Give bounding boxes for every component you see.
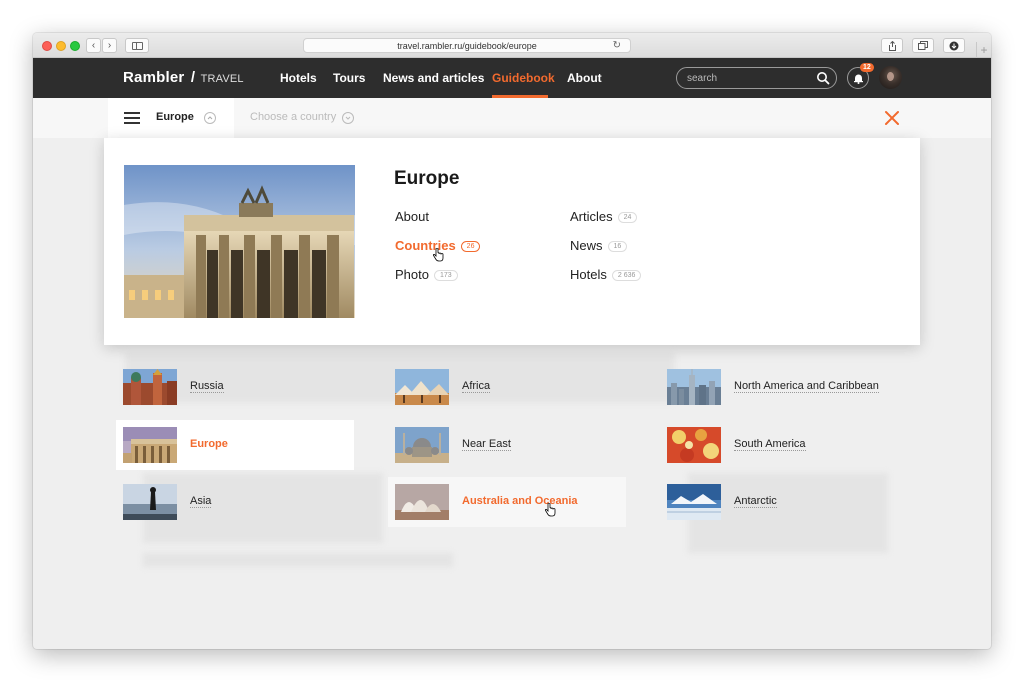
url-text: travel.rambler.ru/guidebook/europe — [397, 40, 537, 51]
count-badge: 26 — [460, 241, 481, 252]
sidebar-toggle-button[interactable] — [125, 38, 149, 53]
region-label: Africa — [462, 380, 491, 393]
search-icon[interactable] — [816, 71, 830, 85]
region-item-antarctic[interactable]: Antarctic — [660, 477, 920, 527]
region-label: Russia — [190, 380, 224, 393]
region-item-near-east[interactable]: Near East — [388, 420, 626, 470]
europe-hero-image — [124, 165, 355, 318]
selected-region-label: Europe — [156, 111, 194, 123]
russia-image — [123, 369, 177, 405]
region-label: Near East — [462, 438, 511, 451]
card-link-articles[interactable]: Articles 24 — [570, 209, 638, 224]
north-america-image — [667, 369, 721, 405]
tabs-overview-button[interactable] — [912, 38, 934, 53]
forward-button[interactable]: › — [102, 38, 117, 53]
download-icon — [949, 41, 959, 50]
region-item-europe[interactable]: Europe — [116, 420, 354, 470]
logo-section: TRAVEL — [200, 73, 244, 85]
region-label: Australia and Oceania — [462, 495, 578, 507]
count-badge: 2 636 — [611, 270, 642, 281]
browser-toolbar: ‹ › travel.rambler.ru/guidebook/europe ↻… — [33, 33, 991, 58]
count-badge: 173 — [433, 270, 458, 281]
user-avatar[interactable] — [879, 66, 902, 89]
site-header: Rambler / TRAVEL Hotels Tours News and a… — [33, 58, 991, 98]
logo-slash: / — [190, 69, 196, 86]
australia-image — [395, 484, 449, 520]
notification-badge: 12 — [860, 63, 874, 72]
address-bar[interactable]: travel.rambler.ru/guidebook/europe ↻ — [303, 38, 631, 53]
share-icon — [888, 40, 896, 51]
chevron-right-icon: › — [107, 40, 112, 51]
europe-image — [123, 427, 177, 463]
site-logo[interactable]: Rambler / TRAVEL — [123, 69, 244, 86]
chevron-left-icon: ‹ — [91, 40, 96, 51]
reload-icon[interactable]: ↻ — [613, 40, 621, 51]
guidebook-subnav: Europe Choose a country — [33, 98, 991, 138]
background-content — [143, 553, 453, 567]
region-label: Asia — [190, 495, 212, 508]
card-link-photo[interactable]: Photo 173 — [395, 267, 458, 282]
region-item-south-america[interactable]: South America — [660, 420, 920, 470]
search-box — [676, 67, 837, 89]
card-link-news[interactable]: News 16 — [570, 238, 628, 253]
card-title: Europe — [394, 168, 460, 189]
downloads-button[interactable] — [943, 38, 965, 53]
region-item-russia[interactable]: Russia — [116, 362, 354, 412]
link-label: About — [395, 209, 429, 224]
chevron-down-icon[interactable] — [342, 112, 354, 124]
link-label: Photo — [395, 267, 429, 282]
nav-news-and-articles[interactable]: News and articles — [383, 71, 484, 85]
nav-about[interactable]: About — [567, 71, 602, 85]
menu-icon[interactable] — [124, 112, 140, 124]
link-label: Countries — [395, 238, 456, 253]
south-america-image — [667, 427, 721, 463]
region-item-north-america[interactable]: North America and Caribbean — [660, 362, 920, 412]
region-selector[interactable]: Europe — [108, 98, 234, 138]
hand-cursor-icon — [544, 503, 556, 517]
share-button[interactable] — [881, 38, 903, 53]
country-select[interactable]: Choose a country — [250, 111, 336, 123]
region-label: Europe — [190, 438, 228, 450]
region-label: North America and Caribbean — [734, 380, 879, 393]
link-label: News — [570, 238, 603, 253]
near-east-image — [395, 427, 449, 463]
region-item-asia[interactable]: Asia — [116, 477, 354, 527]
back-button[interactable]: ‹ — [86, 38, 101, 53]
region-item-australia[interactable]: Australia and Oceania — [388, 477, 626, 527]
logo-brand: Rambler — [123, 69, 185, 86]
search-input[interactable] — [687, 71, 807, 85]
tabs-icon — [918, 41, 928, 50]
link-label: Articles — [570, 209, 613, 224]
zoom-window-button[interactable] — [70, 41, 80, 51]
region-item-africa[interactable]: Africa — [388, 362, 626, 412]
sidebar-icon — [131, 41, 143, 50]
link-label: Hotels — [570, 267, 607, 282]
count-badge: 24 — [617, 212, 638, 223]
nav-guidebook[interactable]: Guidebook — [492, 71, 555, 85]
minimize-window-button[interactable] — [56, 41, 66, 51]
nav-hotels[interactable]: Hotels — [280, 71, 317, 85]
chevron-up-icon[interactable] — [204, 112, 216, 124]
close-icon[interactable] — [883, 109, 901, 127]
hand-cursor-icon — [432, 248, 444, 262]
nav-tours[interactable]: Tours — [333, 71, 365, 85]
region-overview-card: Europe About Countries 26 Photo 173 Articl… — [104, 138, 920, 345]
region-label: South America — [734, 438, 806, 451]
new-tab-button[interactable]: + — [976, 42, 991, 58]
antarctic-image — [667, 484, 721, 520]
card-link-about[interactable]: About — [395, 209, 429, 224]
count-badge: 16 — [607, 241, 628, 252]
asia-image — [123, 484, 177, 520]
close-window-button[interactable] — [42, 41, 52, 51]
browser-window: ‹ › travel.rambler.ru/guidebook/europe ↻… — [33, 33, 991, 649]
region-label: Antarctic — [734, 495, 777, 508]
bell-icon — [854, 74, 863, 84]
africa-image — [395, 369, 449, 405]
card-link-hotels[interactable]: Hotels 2 636 — [570, 267, 642, 282]
notifications-button[interactable]: 12 — [847, 63, 874, 89]
